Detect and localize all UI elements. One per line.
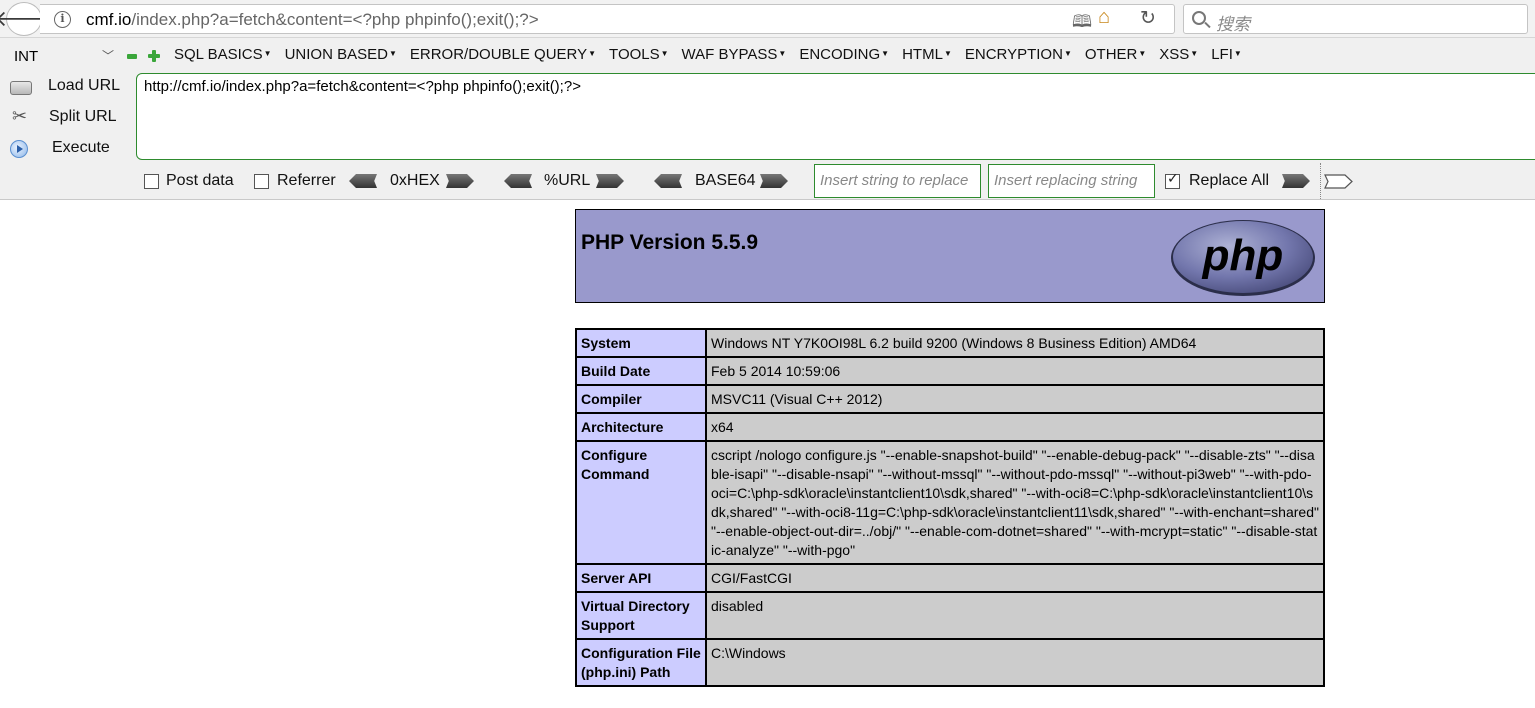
url-encode-arrow-icon[interactable] [596,174,624,188]
row-value: Windows NT Y7K0OI98L 6.2 build 9200 (Win… [705,328,1325,358]
table-row: Build Date Feb 5 2014 10:59:06 [575,356,1325,386]
search-icon [1192,11,1206,25]
hackbar-panel: INT ﹀ SQL BASICS▼ UNION BASED▼ ERROR/DOU… [0,38,1535,200]
table-row: Configure Command cscript /nologo config… [575,440,1325,565]
search-placeholder: 搜索 [1216,15,1250,34]
row-key: Server API [575,563,707,593]
row-key: Compiler [575,384,707,414]
hackbar-menubar: INT ﹀ SQL BASICS▼ UNION BASED▼ ERROR/DOU… [0,44,1535,68]
menu-lfi[interactable]: LFI▼ [1211,46,1242,63]
php-info-table: System Windows NT Y7K0OI98L 6.2 build 92… [575,328,1325,687]
scissors-icon: ✂ [12,106,28,126]
hex-encode-arrow-icon[interactable] [446,174,474,188]
menu-tools[interactable]: TOOLS▼ [609,46,669,63]
table-row: Configuration File (php.ini) Path C:\Win… [575,638,1325,687]
split-url-button[interactable]: ✂ Split URL [0,105,130,133]
row-key: Virtual Directory Support [575,591,707,640]
address-bar[interactable]: i cmf.io/index.php?a=fetch&content=<?php… [40,4,1175,34]
php-logo-text: php [1202,231,1284,280]
back-button[interactable]: 🡐 [0,2,54,36]
url-encode-label: %URL [544,172,591,189]
load-url-icon [10,81,32,95]
row-value: cscript /nologo configure.js "--enable-s… [705,440,1325,565]
row-key: Architecture [575,412,707,442]
home-icon[interactable]: ⌂ [1098,6,1110,29]
menu-encoding[interactable]: ENCODING▼ [799,46,889,63]
menu-other[interactable]: OTHER▼ [1085,46,1146,63]
execute-play-icon [10,140,28,158]
row-value: Feb 5 2014 10:59:06 [705,356,1325,386]
menu-encryption[interactable]: ENCRYPTION▼ [965,46,1072,63]
hackbar-url-textarea[interactable]: http://cmf.io/index.php?a=fetch&content=… [136,73,1535,160]
hackbar-options: Post data Referrer 0xHEX %URL BASE64 Ins… [0,163,1535,199]
replace-with-input[interactable]: Insert replacing string [988,164,1155,198]
menu-xss[interactable]: XSS▼ [1159,46,1198,63]
browser-toolbar: 🡐 i cmf.io/index.php?a=fetch&content=<?p… [0,0,1535,38]
php-version-header: PHP Version 5.5.9 php [575,209,1325,303]
menu-sql-basics[interactable]: SQL BASICS▼ [174,46,272,63]
row-key: Build Date [575,356,707,386]
hex-decode-arrow-icon[interactable] [349,174,377,188]
load-url-button[interactable]: Load URL [0,74,130,102]
table-row: Compiler MSVC11 (Visual C++ 2012) [575,384,1325,414]
replace-arrow-icon[interactable] [1282,174,1310,188]
chevron-down-icon: ﹀ [101,49,114,63]
referrer-checkbox[interactable] [254,174,269,189]
hex-label: 0xHEX [390,172,440,189]
menu-union-based[interactable]: UNION BASED▼ [285,46,397,63]
row-value: C:\Windows [705,638,1325,687]
hackbar-menus: SQL BASICS▼ UNION BASED▼ ERROR/DOUBLE QU… [174,46,1255,63]
page-title: PHP Version 5.5.9 [581,231,759,254]
menu-error-double-query[interactable]: ERROR/DOUBLE QUERY▼ [410,46,596,63]
row-key: System [575,328,707,358]
replace-search-input[interactable]: Insert string to replace [814,164,981,198]
row-value: disabled [705,591,1325,640]
base64-label: BASE64 [695,172,756,189]
row-value: CGI/FastCGI [705,563,1325,593]
info-icon[interactable]: i [54,11,71,28]
table-row: Virtual Directory Support disabled [575,591,1325,640]
menu-waf-bypass[interactable]: WAF BYPASS▼ [682,46,787,63]
replace-undo-arrow-icon[interactable] [1324,174,1354,189]
menu-html[interactable]: HTML▼ [902,46,952,63]
plus-icon[interactable] [148,50,160,62]
int-select[interactable]: INT ﹀ [8,46,118,67]
row-key: Configure Command [575,440,707,565]
replace-all-checkbox[interactable] [1165,171,1180,189]
post-data-label: Post data [166,172,234,189]
url-decode-arrow-icon[interactable] [504,174,532,188]
base64-decode-arrow-icon[interactable] [654,174,682,188]
php-logo-icon: php [1171,220,1315,296]
table-row: Server API CGI/FastCGI [575,563,1325,593]
address-text[interactable]: cmf.io/index.php?a=fetch&content=<?php p… [86,10,539,30]
row-value: x64 [705,412,1325,442]
reader-view-icon[interactable]: 🕮 [1072,9,1092,38]
reload-icon[interactable]: ↻ [1140,7,1156,29]
table-row: Architecture x64 [575,412,1325,442]
referrer-label: Referrer [277,172,336,189]
post-data-checkbox[interactable] [144,174,159,189]
search-bar[interactable]: 搜索 [1183,4,1528,34]
table-row: System Windows NT Y7K0OI98L 6.2 build 92… [575,328,1325,358]
replace-all-label: Replace All [1189,172,1270,189]
row-key: Configuration File (php.ini) Path [575,638,707,687]
minus-icon[interactable] [127,54,137,59]
separator [1320,163,1321,199]
row-value: MSVC11 (Visual C++ 2012) [705,384,1325,414]
execute-button[interactable]: Execute [0,136,130,164]
base64-encode-arrow-icon[interactable] [760,174,788,188]
